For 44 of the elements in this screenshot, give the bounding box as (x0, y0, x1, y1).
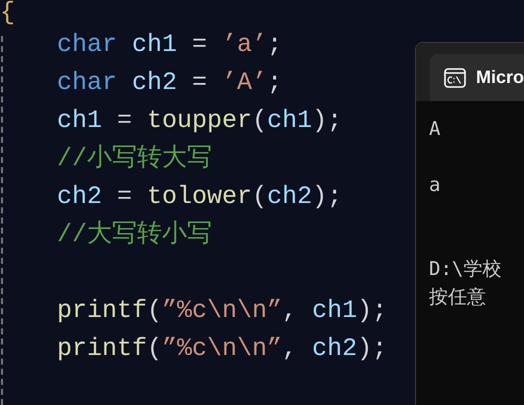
string-literal: ’a’ (222, 29, 268, 61)
code-text: ); (357, 295, 388, 327)
code-text: ); (357, 333, 388, 365)
code-text: ( (252, 181, 268, 213)
code-text: ; (267, 29, 282, 61)
tab-title: Micro (476, 66, 524, 89)
terminal-tab[interactable]: Micro (430, 54, 524, 101)
variable-token: ch2 (312, 333, 358, 365)
variable-token: ch2 (57, 181, 102, 213)
function-name: printf (57, 295, 148, 327)
code-text: ( (252, 105, 268, 137)
function-name: toupper (147, 105, 252, 137)
variable-token: ch2 (267, 181, 312, 213)
code-comment: //小写转大写 (57, 143, 212, 175)
code-text: ); (312, 105, 342, 137)
string-literal: ’A’ (222, 67, 268, 99)
code-text: ; (267, 67, 282, 99)
code-text: ( (147, 333, 162, 365)
code-text: = (116, 105, 134, 137)
function-name: printf (57, 333, 148, 365)
variable-token: ch1 (57, 105, 102, 137)
terminal-output: A (429, 117, 440, 142)
terminal-output: 按任意 (429, 285, 486, 310)
variable-token: ch1 (267, 105, 312, 137)
variable-token: ch1 (312, 295, 358, 327)
code-text: ( (147, 295, 162, 327)
code-text: ); (312, 181, 342, 213)
keyword-token: char (57, 29, 118, 61)
variable-token: ch1 (132, 29, 178, 61)
terminal-output: a (429, 173, 440, 198)
code-comment: //大写转小写 (57, 219, 212, 251)
code-text: , (282, 333, 298, 365)
string-literal: ”%c\n\n” (162, 295, 282, 327)
code-text: = (116, 181, 134, 213)
variable-token: ch2 (132, 67, 178, 99)
code-text: = (191, 29, 208, 61)
terminal-output: D:\学校 (429, 257, 502, 282)
terminal-icon (444, 68, 466, 88)
string-literal: ”%c\n\n” (162, 333, 282, 365)
code-text: , (282, 295, 298, 327)
code-brace: { (0, 0, 16, 25)
code-text: = (191, 67, 208, 99)
function-name: tolower (147, 181, 252, 213)
keyword-token: char (57, 67, 118, 99)
